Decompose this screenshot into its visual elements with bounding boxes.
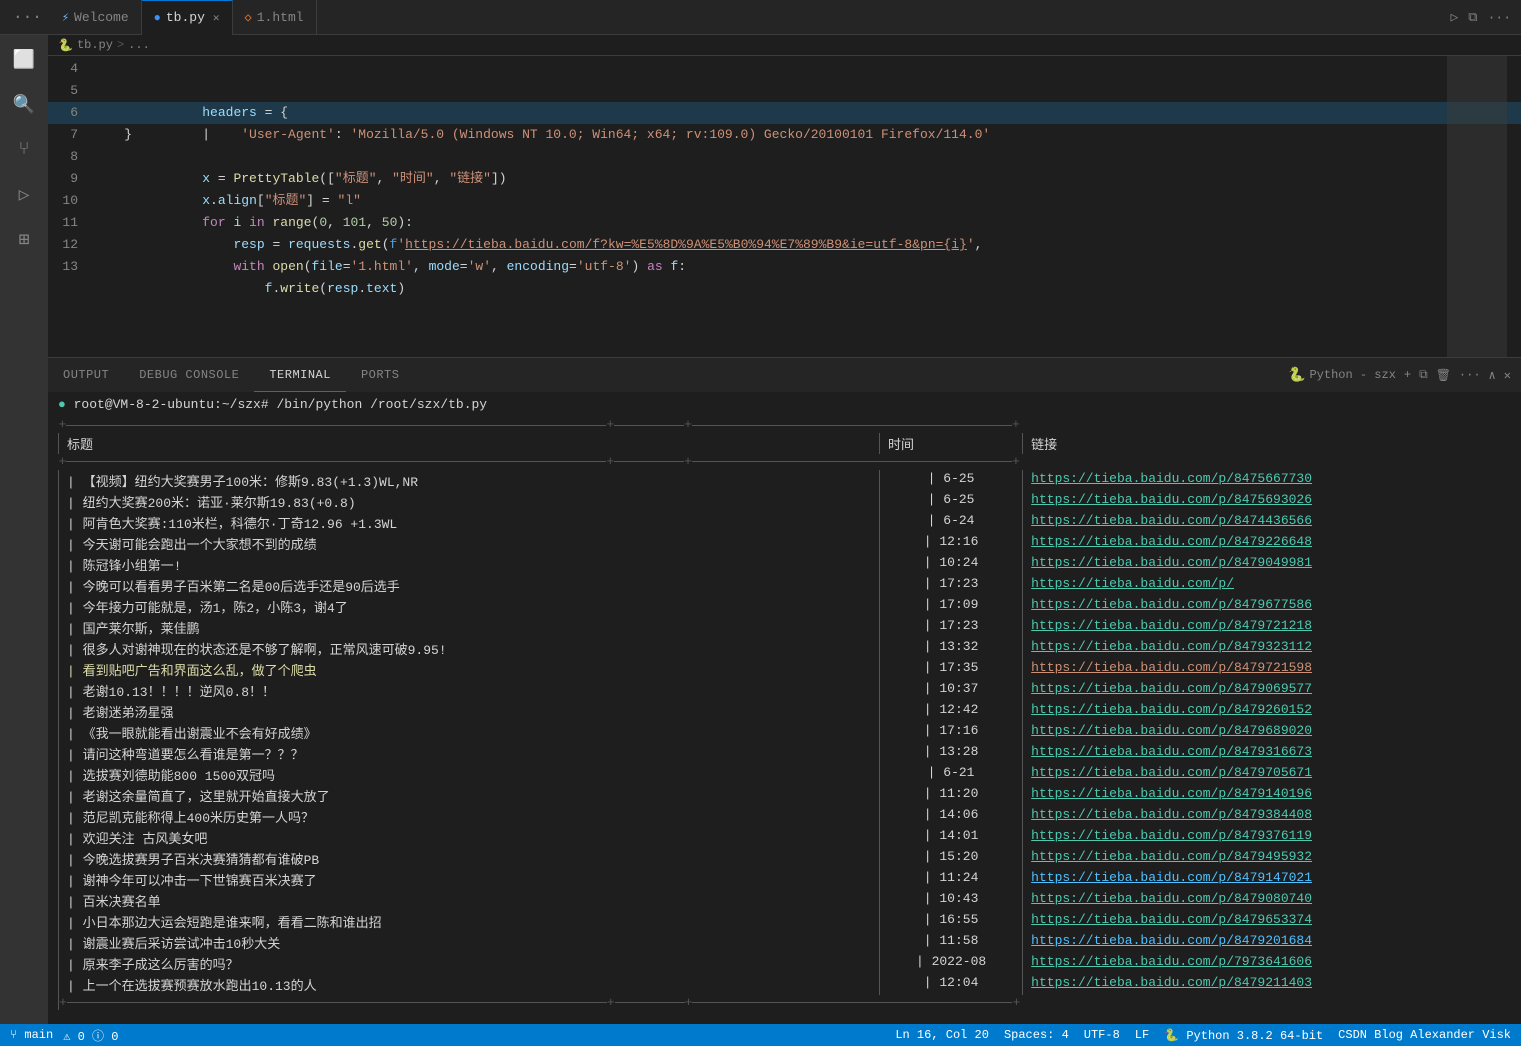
tab-tbpy-icon: ●: [154, 11, 161, 25]
trash-icon[interactable]: 🗑: [1436, 368, 1451, 383]
table-row: | 老谢这余量简直了，这里就开始直接大放了 | 11:20 https://ti…: [59, 785, 1512, 806]
table-row: | 看到贴吧广告和界面这么乱，做了个爬虫 | 17:35 https://tie…: [59, 659, 1512, 680]
table-row: | 今晚可以看看男子百米第二名是00后选手还是90后选手 | 17:23 htt…: [59, 575, 1512, 596]
table-row: | 今年接力可能就是，汤1，陈2，小陈3，谢4了 | 17:09 https:/…: [59, 596, 1512, 617]
panel-close-icon[interactable]: ✕: [1504, 368, 1511, 383]
table-row: | 今天谢可能会跑出一个大家想不到的成绩 | 12:16 https://tie…: [59, 533, 1512, 554]
table-sep-bottom: ++++: [59, 995, 1512, 1010]
panel-tab-debug[interactable]: DEBUG CONSOLE: [124, 358, 254, 393]
python-info: 🐍 Python - szx: [1288, 367, 1396, 384]
col-header-time: 时间: [879, 433, 1022, 454]
code-line-4: 4: [48, 58, 1521, 80]
panel-chevron-icon[interactable]: ∧: [1489, 368, 1496, 383]
activity-bar: ⬜ 🔍 ⑂ ▷ ⊞: [0, 35, 48, 1024]
tab-tbpy-close[interactable]: ✕: [213, 11, 220, 25]
table-row: | 老谢10.13！！！！逆风0.8！！ | 10:37 https://tie…: [59, 680, 1512, 701]
table-row: | 老谢迷弟汤星强 | 12:42 https://tieba.baidu.co…: [59, 701, 1512, 722]
tab-right-controls: ▷ ⧉ ···: [1450, 10, 1521, 25]
table-row: | 《我一眼就能看出谢震业不会有好成绩》 | 17:16 https://tie…: [59, 722, 1512, 743]
search-icon[interactable]: 🔍: [4, 85, 44, 125]
table-row: | 选拔赛刘德助能800 1500双冠吗 | 6-21 https://tieb…: [59, 764, 1512, 785]
debug-icon[interactable]: ▷: [4, 175, 44, 215]
main-content: 🐍 tb.py > ... 4 5 headers = { 6: [48, 35, 1521, 1024]
minimap: [1447, 56, 1507, 357]
table-header-row: 标题 时间 链接: [59, 433, 1512, 454]
terminal-prompt: ● root@VM-8-2-ubuntu:~/szx# /bin/python …: [58, 397, 1511, 412]
tab-1html[interactable]: ◇ 1.html: [233, 0, 317, 35]
breadcrumb-file: 🐍: [58, 38, 73, 53]
git-icon[interactable]: ⑂: [4, 130, 44, 170]
code-line-5: 5 headers = {: [48, 80, 1521, 102]
table-row: | 小日本那边大运会短跑是谁来啊，看看二陈和谁出招 | 16:55 https:…: [59, 911, 1512, 932]
run-icon[interactable]: ▷: [1450, 10, 1458, 25]
code-editor[interactable]: 4 5 headers = { 6 | 'User-Agent': 'Mozil…: [48, 56, 1521, 357]
panel-tab-terminal[interactable]: TERMINAL: [254, 358, 346, 393]
tab-1html-icon: ◇: [245, 10, 252, 25]
table-row: | 陈冠锋小组第一! | 10:24 https://tieba.baidu.c…: [59, 554, 1512, 575]
tab-tbpy[interactable]: ● tb.py ✕: [142, 0, 233, 35]
breadcrumb: 🐍 tb.py > ...: [48, 35, 1521, 56]
extensions-icon[interactable]: ⊞: [4, 220, 44, 260]
code-line-11: 11 resp = requests.get(f'https://tieba.b…: [48, 212, 1521, 234]
table-row: | 谢神今年可以冲击一下世锦赛百米决赛了 | 11:24 https://tie…: [59, 869, 1512, 890]
more-icon[interactable]: ···: [1488, 10, 1511, 25]
table-row: | 上一个在选拔赛预赛放水跑出10.13的人 | 12:04 https://t…: [59, 974, 1512, 995]
table-sep-top: ++++: [59, 417, 1512, 433]
panel-more-icon[interactable]: ···: [1459, 368, 1481, 382]
table-row: | 纽约大奖赛200米：诺亚·莱尔斯19.83(+0.8) | 6-25 htt…: [59, 491, 1512, 512]
split-editor-icon[interactable]: ⧉: [1468, 10, 1477, 25]
add-terminal-icon[interactable]: +: [1404, 368, 1411, 382]
table-row: | 百米决赛名单 | 10:43 https://tieba.baidu.com…: [59, 890, 1512, 911]
table-row: | 国产莱尔斯，莱佳鹏 | 17:23 https://tieba.baidu.…: [59, 617, 1512, 638]
table-row: | 今晚选拔赛男子百米决赛猜猜都有谁破PB | 15:20 https://ti…: [59, 848, 1512, 869]
panel-tab-ports[interactable]: PORTS: [346, 358, 415, 393]
table-row: | 很多人对谢神现在的状态还是不够了解啊，正常风速可破9.95! | 13:32…: [59, 638, 1512, 659]
panel-controls: 🐍 Python - szx + ⧉ 🗑 ··· ∧ ✕: [1288, 367, 1521, 384]
tab-bar-overflow[interactable]: ···: [5, 8, 50, 26]
explorer-icon[interactable]: ⬜: [4, 40, 44, 80]
layout: ⬜ 🔍 ⑂ ▷ ⊞ 🐍 tb.py > ... 4 5 header: [0, 35, 1521, 1024]
table-sep-header: ++++: [59, 454, 1512, 470]
tab-welcome[interactable]: ⚡ Welcome: [50, 0, 142, 35]
table-row: | 阿肯色大奖赛:110米栏，科德尔·丁奇12.96 +1.3WL | 6-24…: [59, 512, 1512, 533]
table-row: | 范尼凯克能称得上400米历史第一人吗？ | 14:06 https://ti…: [59, 806, 1512, 827]
tab-welcome-icon: ⚡: [62, 10, 69, 25]
code-line-10: 10 for i in range(0, 101, 50):: [48, 190, 1521, 212]
table-row: | 【视频】纽约大奖赛男子100米：修斯9.83(+1.3)WL,NR | 6-…: [59, 470, 1512, 491]
tab-bar: ··· ⚡ Welcome ● tb.py ✕ ◇ 1.html ▷ ⧉ ···: [0, 0, 1521, 35]
split-terminal-icon[interactable]: ⧉: [1419, 368, 1428, 382]
code-line-9: 9 x.align["标题"] = "l": [48, 168, 1521, 190]
table-row: | 请问这种弯道要怎么看谁是第一？？？ | 13:28 https://tieb…: [59, 743, 1512, 764]
terminal[interactable]: ● root@VM-8-2-ubuntu:~/szx# /bin/python …: [48, 392, 1521, 1024]
panel-tab-output[interactable]: OUTPUT: [48, 358, 124, 393]
panel-tabs: OUTPUT DEBUG CONSOLE TERMINAL PORTS 🐍 Py…: [48, 357, 1521, 392]
code-line-6: 6 | 'User-Agent': 'Mozilla/5.0 (Windows …: [48, 102, 1521, 124]
table-row: | 原来李子成这么厉害的吗？ | 2022-08 https://tieba.b…: [59, 953, 1512, 974]
col-header-link: 链接: [1023, 433, 1511, 454]
table-row: | 谢震业赛后采访尝试冲击10秒大关 | 11:58 https://tieba…: [59, 932, 1512, 953]
col-header-title: 标题: [59, 433, 880, 454]
table-row: | 欢迎关注 古风美女吧 | 14:01 https://tieba.baidu…: [59, 827, 1512, 848]
terminal-table: ++++ 标题 时间 链接 ++++ | 【视频】纽约大奖赛男子100米：修斯9…: [58, 417, 1511, 1009]
